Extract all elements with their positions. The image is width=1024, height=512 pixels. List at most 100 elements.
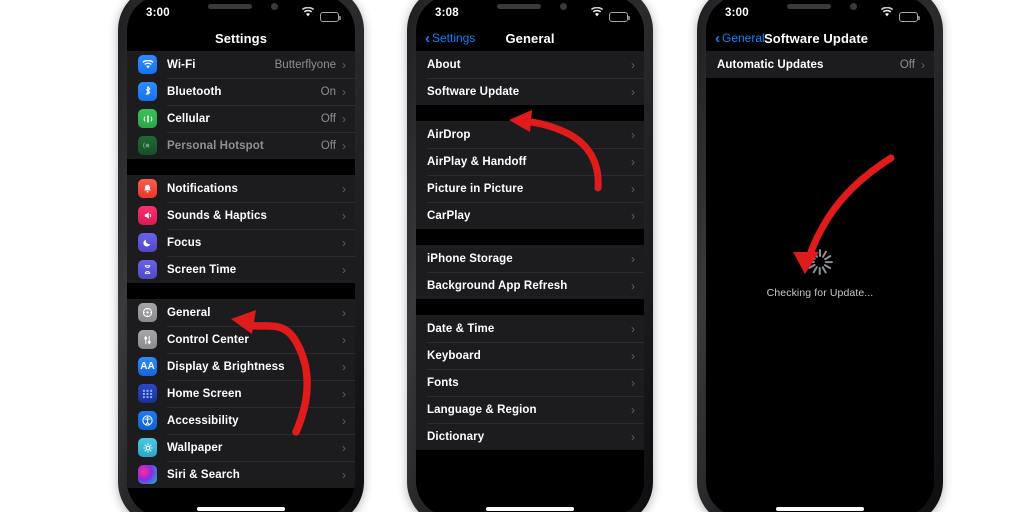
speaker-grille-icon	[787, 4, 831, 9]
settings-row-personal-hotspot[interactable]: Personal Hotspot Off ›	[127, 132, 355, 159]
settings-row-label: Home Screen	[167, 387, 242, 400]
settings-row-value: Off	[320, 139, 336, 152]
settings-row-notifications[interactable]: Notifications ›	[127, 175, 355, 202]
status-bar-time: 3:00	[725, 6, 749, 19]
page-title: Software Update	[764, 30, 869, 46]
general-row-label: Dictionary	[427, 430, 485, 443]
general-row-airplay-handoff[interactable]: AirPlay & Handoff ›	[416, 148, 644, 175]
settings-row-sounds-haptics[interactable]: Sounds & Haptics ›	[127, 202, 355, 229]
settings-row-label: Wi-Fi	[167, 58, 196, 71]
chevron-right-icon: ›	[342, 440, 346, 455]
siri-search-app-icon	[138, 465, 157, 484]
chevron-right-icon: ›	[631, 278, 635, 293]
chevron-right-icon: ›	[631, 375, 635, 390]
settings-row-label: Bluetooth	[167, 85, 222, 98]
phone-software-update: 3:00 ‹ General Software Update Automatic…	[697, 0, 943, 512]
battery-icon	[899, 11, 920, 22]
general-list[interactable]: About › Software Update › AirDrop › AirP…	[416, 51, 644, 512]
control-center-app-icon	[138, 330, 157, 349]
general-row-language-region[interactable]: Language & Region ›	[416, 396, 644, 423]
general-row-airdrop[interactable]: AirDrop ›	[416, 121, 644, 148]
personal-hotspot-app-icon	[138, 136, 157, 155]
general-group-locale: Date & Time › Keyboard › Fonts › Languag…	[416, 315, 644, 450]
chevron-right-icon: ›	[342, 208, 346, 223]
settings-group-alerts: Notifications › Sounds & Haptics › Focus…	[127, 175, 355, 283]
settings-row-value: On	[320, 85, 336, 98]
group-separator	[416, 299, 644, 315]
chevron-right-icon: ›	[631, 321, 635, 336]
settings-row-control-center[interactable]: Control Center ›	[127, 326, 355, 353]
home-indicator[interactable]	[776, 507, 864, 511]
software-update-row-automatic-updates[interactable]: Automatic Updates Off ›	[706, 51, 934, 78]
general-row-picture-in-picture[interactable]: Picture in Picture ›	[416, 175, 644, 202]
back-button-general[interactable]: ‹ General	[715, 31, 765, 46]
general-row-background-app-refresh[interactable]: Background App Refresh ›	[416, 272, 644, 299]
software-update-list[interactable]: Automatic Updates Off › Checking for Upd…	[706, 51, 934, 512]
chevron-right-icon: ›	[342, 386, 346, 401]
settings-row-cellular[interactable]: Cellular Off ›	[127, 105, 355, 132]
wifi-icon	[590, 4, 604, 22]
chevron-right-icon: ›	[342, 262, 346, 277]
settings-group-network: Wi-Fi Butterflyone › Bluetooth On › Cell…	[127, 51, 355, 159]
settings-row-wallpaper[interactable]: Wallpaper ›	[127, 434, 355, 461]
chevron-right-icon: ›	[342, 235, 346, 250]
settings-row-bluetooth[interactable]: Bluetooth On ›	[127, 78, 355, 105]
notch	[761, 0, 879, 21]
chevron-right-icon: ›	[631, 402, 635, 417]
settings-list[interactable]: Wi-Fi Butterflyone › Bluetooth On › Cell…	[127, 51, 355, 512]
focus-app-icon	[138, 233, 157, 252]
settings-row-focus[interactable]: Focus ›	[127, 229, 355, 256]
settings-row-display-brightness[interactable]: AA Display & Brightness ›	[127, 353, 355, 380]
settings-row-label: Sounds & Haptics	[167, 209, 268, 222]
settings-row-label: Display & Brightness	[167, 360, 285, 373]
software-update-row-label: Automatic Updates	[717, 58, 824, 71]
settings-row-label: Control Center	[167, 333, 249, 346]
chevron-right-icon: ›	[631, 251, 635, 266]
settings-row-wifi[interactable]: Wi-Fi Butterflyone ›	[127, 51, 355, 78]
chevron-right-icon: ›	[631, 208, 635, 223]
settings-row-value: Off	[320, 112, 336, 125]
notch	[471, 0, 589, 21]
chevron-left-icon: ‹	[715, 29, 720, 47]
general-row-date-time[interactable]: Date & Time ›	[416, 315, 644, 342]
page-title: General	[505, 30, 555, 46]
checking-for-update-label: Checking for Update...	[766, 287, 874, 299]
wifi-icon	[880, 4, 894, 22]
chevron-right-icon: ›	[631, 348, 635, 363]
home-screen-app-icon	[138, 384, 157, 403]
back-button-settings[interactable]: ‹ Settings	[425, 31, 475, 46]
general-row-label: Date & Time	[427, 322, 495, 335]
settings-row-home-screen[interactable]: Home Screen ›	[127, 380, 355, 407]
settings-row-general[interactable]: General ›	[127, 299, 355, 326]
screenshot-stage: 3:00 Settings Wi-Fi Butterflyone › Bluet…	[0, 0, 1024, 512]
status-bar-time: 3:08	[435, 6, 459, 19]
general-row-label: iPhone Storage	[427, 252, 513, 265]
settings-row-screen-time[interactable]: Screen Time ›	[127, 256, 355, 283]
general-row-label: Background App Refresh	[427, 279, 568, 292]
speaker-grille-icon	[208, 4, 252, 9]
general-row-iphone-storage[interactable]: iPhone Storage ›	[416, 245, 644, 272]
phone-bezel: 3:00 Settings Wi-Fi Butterflyone › Bluet…	[127, 0, 355, 512]
software-update-row-value: Off	[899, 58, 915, 71]
battery-icon	[609, 11, 630, 22]
chevron-right-icon: ›	[342, 359, 346, 374]
home-indicator[interactable]	[486, 507, 574, 511]
general-row-keyboard[interactable]: Keyboard ›	[416, 342, 644, 369]
settings-row-accessibility[interactable]: Accessibility ›	[127, 407, 355, 434]
group-separator	[416, 229, 644, 245]
general-row-label: Keyboard	[427, 349, 481, 362]
general-row-carplay[interactable]: CarPlay ›	[416, 202, 644, 229]
back-button-label: Settings	[432, 31, 476, 45]
general-group-connectivity: AirDrop › AirPlay & Handoff › Picture in…	[416, 121, 644, 229]
chevron-right-icon: ›	[631, 154, 635, 169]
settings-row-label: Focus	[167, 236, 202, 249]
phone-screen-general: 3:08 ‹ Settings General About › Software…	[416, 0, 644, 512]
general-row-fonts[interactable]: Fonts ›	[416, 369, 644, 396]
general-row-about[interactable]: About ›	[416, 51, 644, 78]
general-row-software-update[interactable]: Software Update ›	[416, 78, 644, 105]
general-row-dictionary[interactable]: Dictionary ›	[416, 423, 644, 450]
chevron-right-icon: ›	[631, 84, 635, 99]
settings-row-siri-search[interactable]: Siri & Search ›	[127, 461, 355, 488]
chevron-right-icon: ›	[342, 305, 346, 320]
home-indicator[interactable]	[197, 507, 285, 511]
